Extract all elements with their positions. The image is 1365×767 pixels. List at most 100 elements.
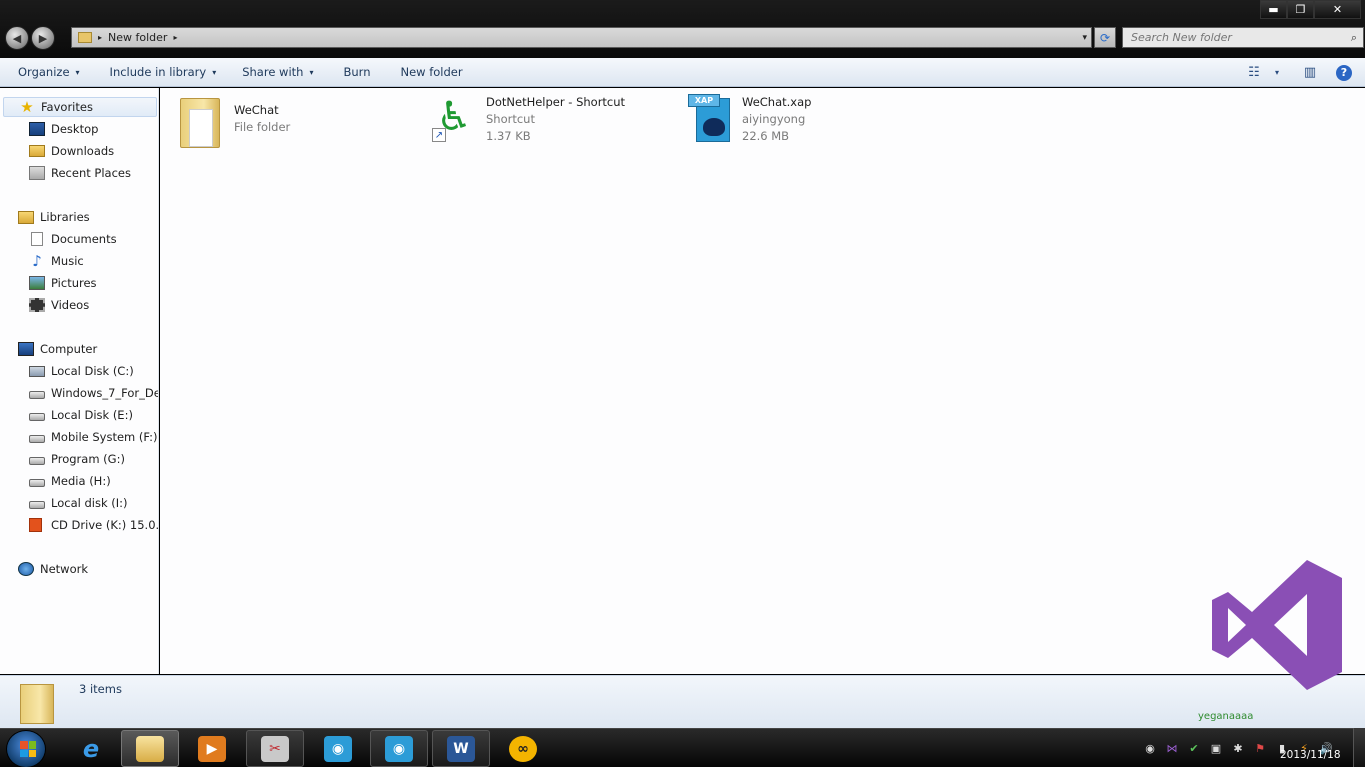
libraries-icon [18, 210, 34, 224]
forward-button[interactable]: ▶ [31, 26, 55, 50]
breadcrumb-arrow-icon[interactable]: ▸ [98, 33, 102, 42]
nav-favorites[interactable]: ★ Favorites [3, 97, 157, 117]
owl-tray-icon[interactable]: ◉ [1139, 740, 1161, 756]
refresh-button[interactable]: ⟳ [1094, 27, 1116, 48]
taskbar-internet-explorer[interactable]: e [62, 730, 120, 767]
nav-network[interactable]: Network [18, 559, 158, 579]
search-input[interactable] [1131, 31, 1341, 44]
taskbar-snipping-tool[interactable]: ✂ [246, 730, 304, 767]
nav-drive-f[interactable]: Mobile System (F:) [29, 427, 158, 447]
xap-file-icon: XAP [688, 94, 730, 144]
search-icon[interactable]: ⌕ [1351, 31, 1357, 45]
file-name: WeChat.xap [742, 95, 812, 109]
scissors-icon: ✂ [261, 735, 289, 762]
taskbar: e ▶ ✂ ◉ ◉ W ∞ ◉ ⋈ ✔ ▣ ✱ ⚑ ▮ ⚡ 🔊 [0, 728, 1365, 767]
bluetooth-tray-icon[interactable]: ✱ [1227, 740, 1249, 756]
nav-label: Documents [51, 232, 117, 246]
nav-drive-e[interactable]: Local Disk (E:) [29, 405, 158, 425]
navigation-pane: ★ Favorites Desktop Downloads Recent Pla… [0, 88, 159, 674]
start-button[interactable] [6, 730, 46, 767]
include-in-library-button[interactable]: Include in library ▾ [98, 58, 229, 87]
nav-computer[interactable]: Computer [18, 339, 158, 359]
organize-button[interactable]: Organize ▾ [6, 58, 92, 87]
taskbar-windows-explorer[interactable] [121, 730, 179, 767]
nav-drive-d[interactable]: Windows_7_For_De [29, 383, 158, 403]
computer-icon [18, 342, 34, 356]
drive-icon [29, 479, 45, 487]
taskbar-app-owl-2[interactable]: ◉ [370, 730, 428, 767]
folder-icon [180, 98, 220, 148]
visual-studio-tray-icon[interactable]: ⋈ [1161, 740, 1183, 756]
nav-videos[interactable]: Videos [29, 295, 158, 315]
chevron-down-icon: ▾ [75, 67, 80, 77]
share-with-button[interactable]: Share with ▾ [230, 58, 325, 87]
action-center-icon[interactable]: ⚑ [1249, 740, 1271, 756]
shortcut-icon: ♿ ↗ [432, 94, 472, 144]
taskbar-app-owl-1[interactable]: ◉ [309, 730, 367, 767]
file-size: 1.37 KB [486, 129, 531, 143]
close-button[interactable]: ✕ [1314, 0, 1361, 19]
file-list: WeChat File folder ♿ ↗ DotNetHelper - Sh… [160, 88, 1365, 674]
file-type: File folder [234, 120, 291, 134]
security-tray-icon[interactable]: ✔ [1183, 740, 1205, 756]
app-circle-icon: ∞ [509, 735, 537, 762]
nav-label: Network [40, 562, 89, 576]
nav-label: Downloads [51, 144, 115, 158]
nav-drive-g[interactable]: Program (G:) [29, 449, 158, 469]
nav-downloads[interactable]: Downloads [29, 141, 158, 161]
change-view-button[interactable]: ☷ [1239, 58, 1269, 87]
nav-desktop[interactable]: Desktop [29, 119, 158, 139]
search-box[interactable]: ⌕ [1122, 27, 1364, 48]
nav-libraries[interactable]: Libraries [18, 207, 158, 227]
clock[interactable]: 2013/11/18 [1280, 749, 1341, 761]
nav-drive-h[interactable]: Media (H:) [29, 471, 158, 491]
back-arrow-icon: ◀ [12, 31, 22, 45]
nav-label: CD Drive (K:) 15.0.4 [51, 518, 159, 532]
view-dropdown-button[interactable]: ▾ [1269, 58, 1285, 87]
nav-music[interactable]: ♪ Music [29, 251, 158, 271]
watermark-text: yeganaaaa [1198, 711, 1254, 722]
nav-documents[interactable]: Documents [29, 229, 158, 249]
share-with-label: Share with [242, 65, 304, 79]
network-tray-icon[interactable]: ▣ [1205, 740, 1227, 756]
nav-drive-i[interactable]: Local disk (I:) [29, 493, 158, 513]
taskbar-media-player[interactable]: ▶ [183, 730, 241, 767]
system-drive-icon [29, 365, 45, 377]
breadcrumb-arrow-icon[interactable]: ▸ [173, 33, 177, 42]
drive-icon [29, 457, 45, 465]
file-publisher: aiyingyong [742, 112, 806, 126]
nav-label: Local Disk (E:) [51, 408, 133, 422]
nav-drive-c[interactable]: Local Disk (C:) [29, 361, 158, 381]
burn-button[interactable]: Burn [331, 58, 382, 87]
include-in-library-label: Include in library [109, 65, 207, 79]
explorer-folder-icon [136, 735, 164, 762]
minimize-button[interactable]: ▬ [1260, 0, 1287, 19]
file-type: Shortcut [486, 112, 535, 126]
taskbar-word[interactable]: W [432, 730, 490, 767]
xap-tag: XAP [688, 94, 720, 107]
nav-pictures[interactable]: Pictures [29, 273, 158, 293]
nav-label: Favorites [41, 100, 93, 114]
owl-icon: ◉ [324, 735, 352, 762]
address-dropdown-icon[interactable]: ▾ [1082, 33, 1087, 43]
taskbar-app-yellow[interactable]: ∞ [494, 730, 552, 767]
nav-label: Local disk (I:) [51, 496, 128, 510]
forward-arrow-icon: ▶ [38, 31, 48, 45]
back-button[interactable]: ◀ [5, 26, 29, 50]
new-folder-button[interactable]: New folder [388, 58, 474, 87]
file-item-wechat-folder[interactable]: WeChat File folder [180, 98, 290, 148]
help-button[interactable]: ? [1329, 58, 1359, 87]
address-bar[interactable]: ▸ New folder ▸ ▾ [71, 27, 1092, 48]
desktop-icon [29, 122, 45, 136]
file-item-dotnethelper-shortcut[interactable]: ♿ ↗ DotNetHelper - Shortcut Shortcut 1.3… [432, 94, 625, 145]
file-size: 22.6 MB [742, 129, 790, 143]
nav-recent-places[interactable]: Recent Places [29, 163, 158, 183]
breadcrumb-new-folder[interactable]: New folder [108, 31, 167, 44]
preview-pane-button[interactable]: ▥ [1295, 58, 1325, 87]
chevron-down-icon: ▾ [212, 67, 217, 77]
maximize-button[interactable]: ❐ [1287, 0, 1314, 19]
show-desktop-button[interactable] [1353, 728, 1365, 767]
drive-icon [29, 501, 45, 509]
nav-drive-k[interactable]: CD Drive (K:) 15.0.4 [29, 515, 159, 535]
file-item-wechat-xap[interactable]: XAP WeChat.xap aiyingyong 22.6 MB [688, 94, 811, 145]
